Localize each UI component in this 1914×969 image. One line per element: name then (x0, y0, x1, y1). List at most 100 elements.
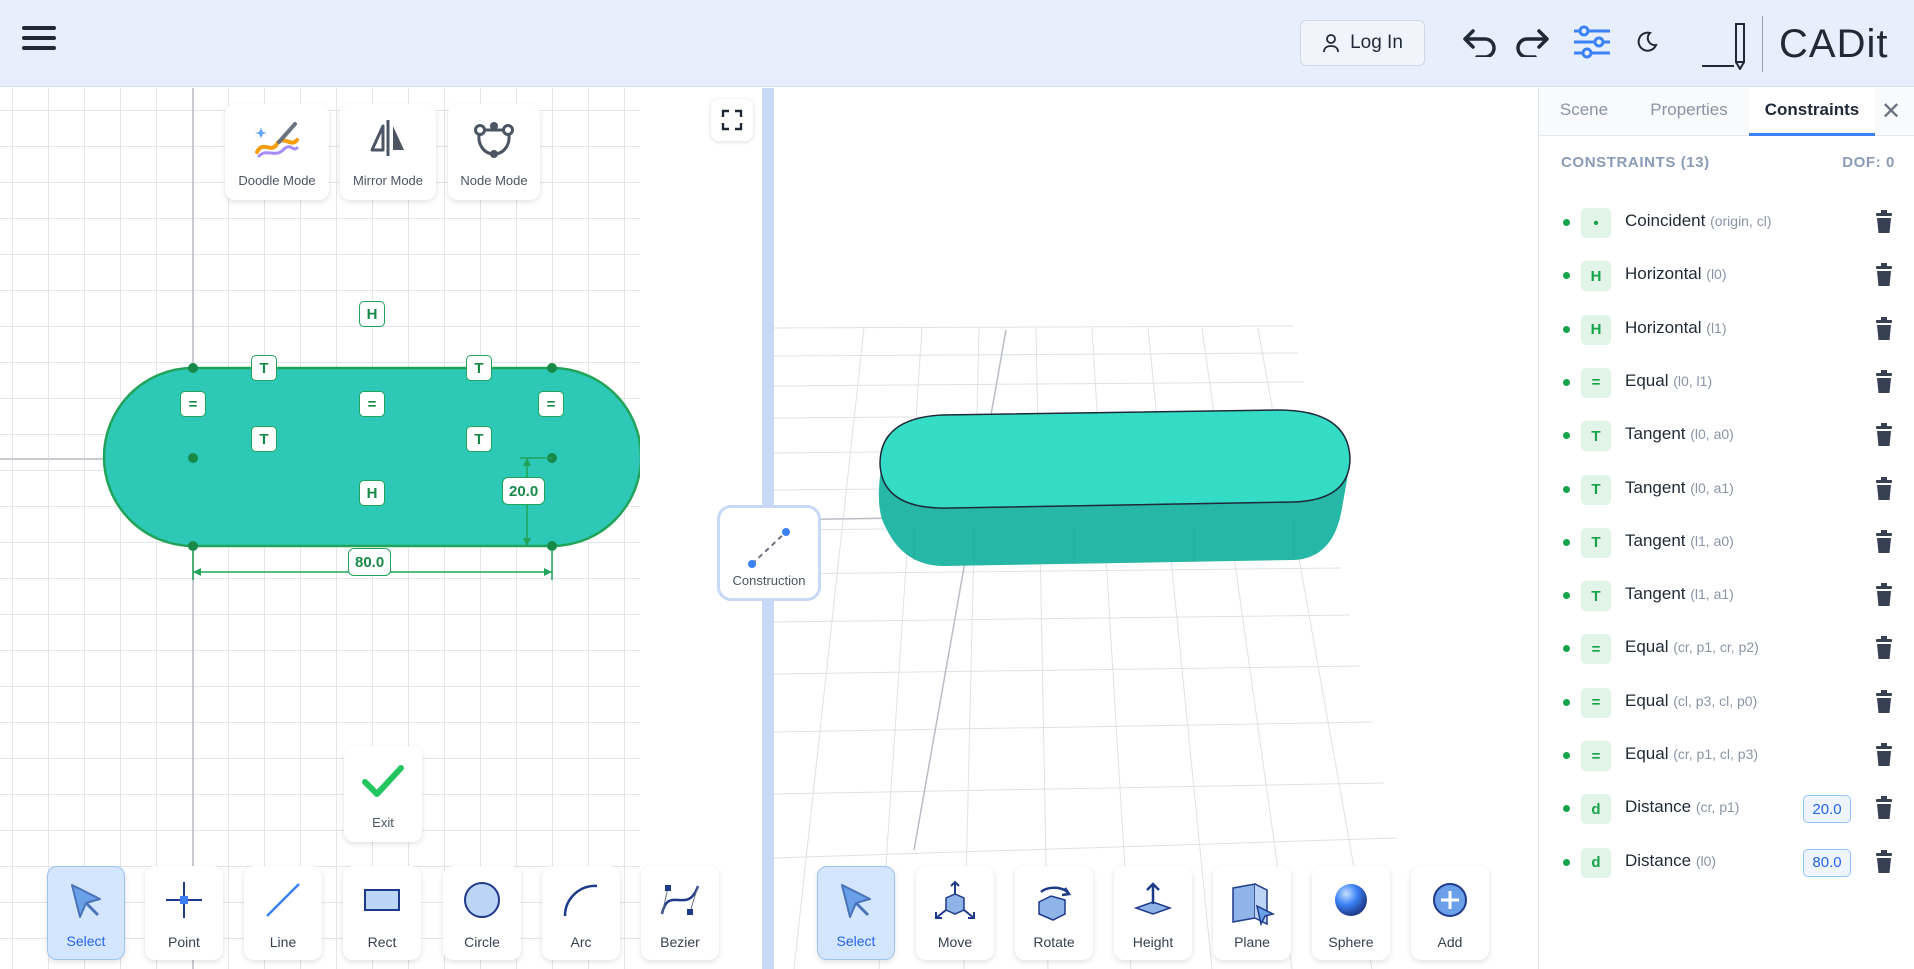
constraint-value-input[interactable]: 20.0 (1803, 795, 1851, 824)
trash-icon[interactable] (1873, 583, 1895, 607)
sketch-tool-rect[interactable]: Rect (343, 866, 421, 960)
fullscreen-sketch-icon[interactable] (711, 99, 753, 141)
constraint-type-badge: = (1581, 367, 1611, 398)
constraint-row[interactable]: d Distance (l0) 80.0 (1539, 836, 1914, 889)
trash-icon[interactable] (1873, 210, 1895, 234)
sliders-icon[interactable] (1570, 20, 1614, 64)
tool-label: Rect (367, 934, 397, 950)
constraint-row[interactable]: • Coincident (origin, cl) (1539, 196, 1914, 249)
tangent-constraint-badge[interactable]: T (251, 426, 277, 452)
constraint-args: (cr, p1, cr, p2) (1673, 639, 1759, 656)
constraint-row[interactable]: = Equal (cr, p1, cl, p3) (1539, 729, 1914, 782)
user-icon (1323, 34, 1339, 53)
tab-constraints[interactable]: Constraints (1749, 88, 1875, 136)
exit-sketch-button[interactable]: Exit (344, 746, 422, 842)
sketch-tool-bezier[interactable]: Bezier (641, 866, 719, 960)
tool-label: Circle (464, 934, 500, 950)
3d-tool-move[interactable]: Move (916, 866, 994, 960)
trash-icon[interactable] (1873, 263, 1895, 287)
3d-tool-plane[interactable]: Plane (1213, 866, 1291, 960)
tangent-constraint-badge[interactable]: T (466, 426, 492, 452)
constraint-row[interactable]: T Tangent (l1, a1) (1539, 569, 1914, 622)
constraint-label-group: Horizontal (l1) (1625, 318, 1727, 338)
tool-label: Add (1437, 934, 1463, 950)
constraint-args: (l1, a0) (1690, 532, 1734, 549)
constraint-row[interactable]: = Equal (cl, p3, cl, p0) (1539, 676, 1914, 729)
constraint-value-input[interactable]: 80.0 (1803, 848, 1851, 877)
panel-tabs: Scene Properties Constraints ✕ (1539, 88, 1914, 136)
constraint-label-group: Tangent (l0, a1) (1625, 478, 1734, 498)
constraint-label-group: Coincident (origin, cl) (1625, 211, 1772, 231)
trash-icon[interactable] (1873, 796, 1895, 820)
constraint-type-badge: d (1581, 794, 1611, 825)
equal-constraint-badge[interactable]: = (180, 391, 206, 417)
constraint-row[interactable]: H Horizontal (l0) (1539, 249, 1914, 302)
constraint-row[interactable]: T Tangent (l0, a0) (1539, 409, 1914, 462)
constraints-count: CONSTRAINTS (13) (1561, 154, 1710, 171)
constraint-name: Tangent (1625, 530, 1686, 550)
3d-tool-rotate[interactable]: Rotate (1015, 866, 1093, 960)
tool-label: Rotate (1033, 934, 1075, 950)
tangent-constraint-badge[interactable]: T (466, 355, 492, 381)
3d-tool-height[interactable]: Height (1114, 866, 1192, 960)
trash-icon[interactable] (1873, 316, 1895, 341)
trash-icon[interactable] (1873, 849, 1895, 874)
3d-tool-add[interactable]: Add (1411, 866, 1489, 960)
undo-icon[interactable] (1458, 20, 1502, 64)
status-dot (1563, 858, 1570, 866)
constraint-name: Horizontal (1625, 317, 1702, 337)
constraint-row[interactable]: = Equal (l0, l1) (1539, 356, 1914, 409)
trash-icon[interactable] (1873, 689, 1895, 714)
height-dimension-label[interactable]: 20.0 (502, 477, 546, 505)
sketch-tool-line[interactable]: Line (244, 866, 322, 960)
moon-icon[interactable] (1625, 20, 1669, 64)
status-dot (1563, 645, 1570, 653)
close-icon[interactable]: ✕ (1877, 98, 1905, 126)
login-button[interactable]: Log In (1300, 20, 1425, 66)
cursor-icon (71, 884, 101, 918)
constraint-row[interactable]: d Distance (cr, p1) 20.0 (1539, 782, 1914, 835)
constraint-row[interactable]: T Tangent (l0, a1) (1539, 463, 1914, 516)
equal-constraint-badge[interactable]: = (538, 391, 564, 417)
sketch-tool-arc[interactable]: Arc (542, 866, 620, 960)
sketch-tool-circle[interactable]: Circle (443, 866, 521, 960)
redo-icon[interactable] (1510, 20, 1554, 64)
3d-tool-select[interactable]: Select (817, 866, 895, 960)
constraint-args: (cr, p1, cl, p3) (1673, 746, 1759, 762)
trash-icon[interactable] (1873, 423, 1895, 447)
constraint-label-group: Distance (l0) (1625, 851, 1716, 871)
width-dimension-label[interactable]: 80.0 (348, 548, 392, 576)
constraint-label-group: Equal (cr, p1, cr, p2) (1625, 637, 1759, 657)
trash-icon[interactable] (1873, 529, 1895, 554)
menu-icon[interactable] (22, 26, 62, 58)
constraint-row[interactable]: H Horizontal (l1) (1539, 303, 1914, 356)
tab-properties[interactable]: Properties (1629, 88, 1749, 136)
horizontal-constraint-badge[interactable]: H (359, 480, 385, 506)
move-icon (935, 880, 975, 919)
3d-scene (774, 325, 1397, 969)
constraint-name: Distance (1625, 797, 1692, 817)
construction-toggle-button[interactable]: Construction (717, 505, 821, 601)
3d-viewport[interactable] (774, 88, 1538, 969)
equal-constraint-badge[interactable]: = (359, 391, 385, 417)
trash-icon[interactable] (1873, 369, 1895, 394)
constraint-args: (l0) (1706, 266, 1727, 283)
tab-scene[interactable]: Scene (1539, 88, 1629, 136)
trash-icon[interactable] (1873, 636, 1895, 660)
sketch-tool-select[interactable]: Select (47, 866, 125, 960)
constraint-row[interactable]: T Tangent (l1, a0) (1539, 516, 1914, 569)
3d-tool-sphere[interactable]: Sphere (1312, 866, 1390, 960)
constraint-row[interactable]: = Equal (cr, p1, cr, p2) (1539, 622, 1914, 675)
horizontal-constraint-badge[interactable]: H (359, 301, 385, 327)
tangent-constraint-badge[interactable]: T (251, 355, 277, 381)
dof-indicator: DOF: 0 (1842, 154, 1895, 171)
tool-label: Arc (570, 934, 592, 950)
sketch-tool-point[interactable]: Point (145, 866, 223, 960)
constraint-name: Distance (1625, 850, 1692, 870)
trash-icon[interactable] (1873, 743, 1895, 767)
tool-label: Sphere (1328, 934, 1374, 950)
constraint-name: Coincident (1625, 211, 1706, 230)
trash-icon[interactable] (1873, 476, 1895, 501)
constraint-type-badge: T (1581, 581, 1611, 612)
properties-panel: Scene Properties Constraints ✕ CONSTRAIN… (1538, 88, 1914, 969)
